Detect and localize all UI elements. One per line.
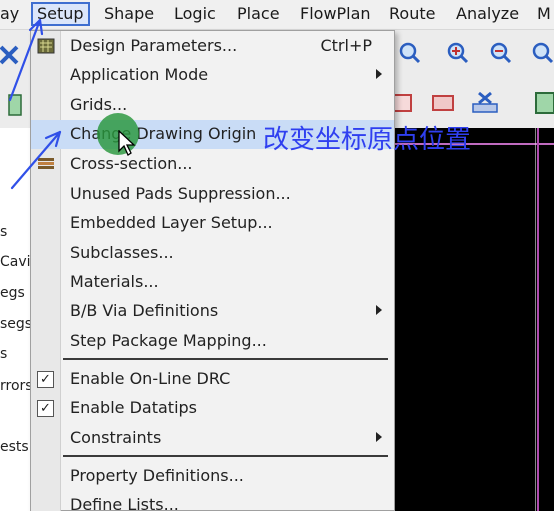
menu-logic[interactable]: Logic [174,4,216,24]
canvas-trace [537,128,539,511]
left-panel-item[interactable]: s [0,224,7,240]
menu-item-property-definitions[interactable]: Property Definitions... [31,462,394,491]
menu-item-bb-via-definitions[interactable]: B/B Via Definitions [31,297,394,326]
left-panel-item[interactable]: Cavi [0,254,31,270]
menu-item-label: Enable On-Line DRC [70,369,231,388]
menu-item-unused-pads-suppression[interactable]: Unused Pads Suppression... [31,180,394,209]
menu-item-application-mode[interactable]: Application Mode [31,61,394,90]
menu-bar: ay Setup Shape Logic Place FlowPlan Rout… [0,0,554,30]
menu-item-label: Grids... [70,95,128,114]
menu-more[interactable]: M [537,4,551,24]
menu-item-design-parameters[interactable]: Design Parameters... Ctrl+P [31,32,394,61]
menu-item-label: Step Package Mapping... [70,331,267,350]
delete-icon[interactable] [470,88,500,118]
submenu-arrow-icon [376,305,382,315]
menu-item-label: Unused Pads Suppression... [70,184,291,203]
menu-item-embedded-layer-setup[interactable]: Embedded Layer Setup... [31,209,394,238]
menu-setup[interactable]: Setup [31,2,90,26]
menu-item-label: Design Parameters... [70,36,238,55]
menu-item-constraints[interactable]: Constraints [31,424,394,453]
left-panel-item[interactable]: egs [0,285,25,301]
zoom-fit-icon[interactable] [528,38,554,68]
menu-item-label: Enable Datatips [70,398,197,417]
menu-item-grids[interactable]: Grids... [31,91,394,120]
close-icon[interactable] [0,40,24,70]
menu-flowplan[interactable]: FlowPlan [300,4,371,24]
menu-item-label: Materials... [70,272,159,291]
menu-item-step-package-mapping[interactable]: Step Package Mapping... [31,327,394,356]
menu-item-materials[interactable]: Materials... [31,268,394,297]
setup-menu-dropdown: Design Parameters... Ctrl+P Application … [30,30,395,511]
menu-separator [63,358,388,360]
menu-item-label: B/B Via Definitions [70,301,219,320]
menu-item-shortcut: Ctrl+P [320,36,372,55]
zoom-icon[interactable] [395,38,425,68]
menu-item-define-lists[interactable]: Define Lists... [31,491,394,511]
submenu-arrow-icon [376,69,382,79]
mouse-pointer-icon [118,130,136,156]
menu-analyze[interactable]: Analyze [456,4,519,24]
menu-item-label: Constraints [70,428,162,447]
canvas-trace [535,128,536,511]
left-panel-item[interactable]: rrors [0,378,33,394]
menu-view[interactable]: ay [0,4,19,24]
menu-separator [63,455,388,457]
submenu-arrow-icon [376,432,382,442]
design-canvas[interactable] [395,128,554,511]
shape-icon[interactable] [428,88,458,118]
left-panel-item[interactable]: segs [0,316,32,332]
checkbox-checked-icon[interactable]: ✓ [37,371,54,388]
layers-icon[interactable] [530,88,554,118]
zoom-out-icon[interactable] [486,38,516,68]
checkbox-checked-icon[interactable]: ✓ [37,400,54,417]
menu-shape[interactable]: Shape [104,4,154,24]
menu-place[interactable]: Place [237,4,280,24]
zoom-in-icon[interactable] [443,38,473,68]
cross-section-icon [37,156,55,172]
menu-item-enable-online-drc[interactable]: ✓ Enable On-Line DRC [31,365,394,394]
menu-item-label: Property Definitions... [70,466,244,485]
menu-item-enable-datatips[interactable]: ✓ Enable Datatips [31,394,394,423]
menu-item-subclasses[interactable]: Subclasses... [31,239,394,268]
layer-icon[interactable] [0,90,30,120]
annotation-text: 改变坐标原点位置 [263,125,472,155]
menu-item-label: Embedded Layer Setup... [70,213,273,232]
menu-route[interactable]: Route [389,4,435,24]
menu-item-label: Application Mode [70,65,209,84]
left-panel-item[interactable]: ests [0,439,29,455]
menu-item-label: Define Lists... [70,495,179,511]
left-panel-item[interactable]: s [0,346,7,362]
design-parameters-icon [37,38,55,54]
menu-item-label: Subclasses... [70,243,174,262]
